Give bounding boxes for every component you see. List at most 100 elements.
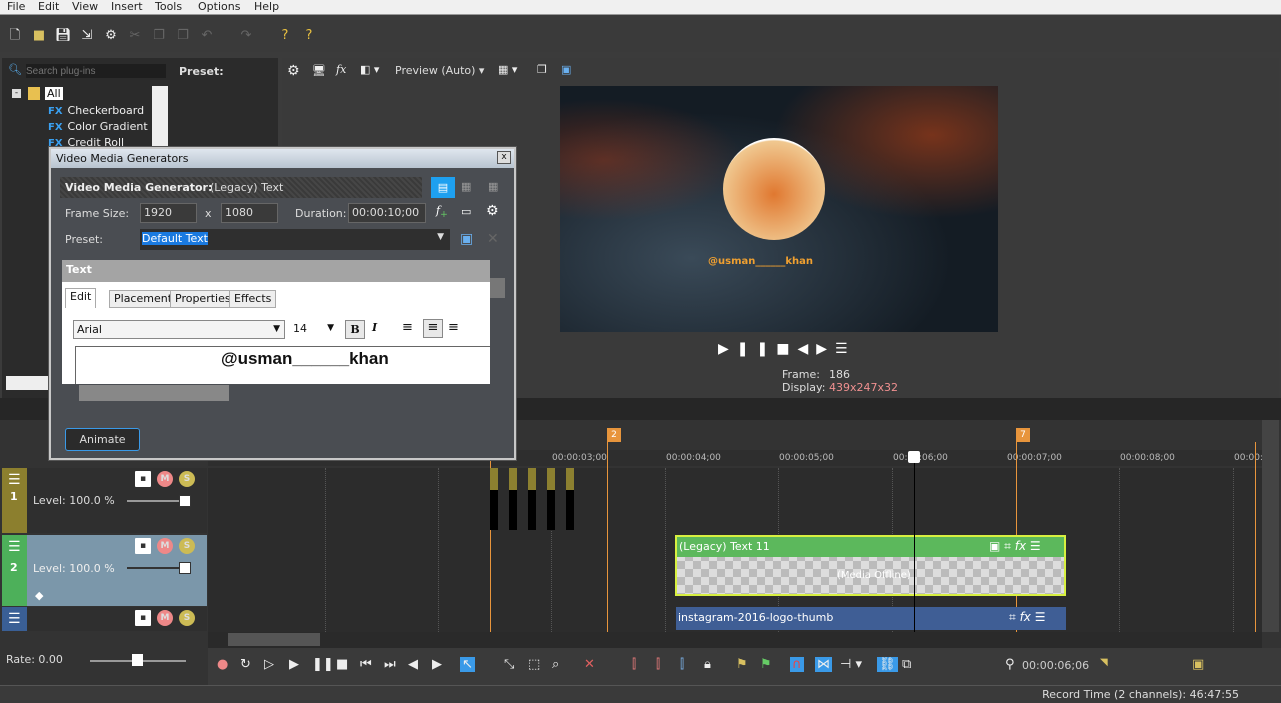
copy-snapshot-icon[interactable]: ❐: [537, 63, 547, 76]
solo-icon[interactable]: S: [179, 610, 195, 626]
plugin-color-gradient[interactable]: FX Color Gradient: [48, 120, 148, 133]
gear-icon[interactable]: ⚙: [103, 28, 119, 44]
animate-button[interactable]: Animate: [65, 428, 140, 451]
stop-icon[interactable]: ■: [776, 341, 797, 357]
clip-event-icons[interactable]: ⌗ fx ☰: [1009, 610, 1045, 625]
menu-insert[interactable]: Insert: [111, 0, 143, 13]
ignore-grouping-icon[interactable]: ⧉: [902, 657, 911, 672]
stop-icon[interactable]: ■: [336, 657, 348, 672]
level-slider-thumb[interactable]: [179, 495, 191, 507]
insert-marker-icon[interactable]: ⚑: [736, 657, 748, 672]
selection-tool-icon[interactable]: ⬚: [528, 657, 540, 672]
level-slider[interactable]: [127, 500, 187, 502]
mute-icon[interactable]: M: [157, 538, 173, 554]
lock-icon[interactable]: 🔒︎: [704, 657, 711, 672]
insert-region-icon[interactable]: ⚑: [760, 657, 772, 672]
menu-help[interactable]: Help: [254, 0, 279, 13]
mute-icon[interactable]: M: [157, 471, 173, 487]
marker-7[interactable]: 7: [1016, 428, 1030, 442]
generator-settings-icon[interactable]: ⚙: [486, 203, 499, 219]
level-slider-thumb[interactable]: [179, 562, 191, 574]
duration-input[interactable]: 00:00:10;00: [348, 203, 426, 223]
marker-2[interactable]: 2: [607, 428, 621, 442]
go-to-start-icon[interactable]: ⏮: [360, 657, 372, 672]
preview-settings-icon[interactable]: ⚙: [287, 63, 300, 79]
split-screen-icon[interactable]: ◧ ▾: [360, 63, 379, 76]
save-preset-icon[interactable]: ▣: [460, 231, 473, 247]
split-icon[interactable]: ⫿: [680, 657, 684, 672]
rate-slider-thumb[interactable]: [132, 654, 143, 666]
bold-button[interactable]: B: [345, 320, 365, 339]
undo-icon[interactable]: ↶: [199, 28, 215, 44]
clip-fragment[interactable]: [547, 468, 555, 530]
redo-icon[interactable]: ↷: [238, 28, 254, 44]
clip-instagram[interactable]: instagram-2016-logo-thumb ⌗ fx ☰: [676, 607, 1066, 630]
track-menu-icon[interactable]: ☰: [8, 472, 21, 488]
tab-placement[interactable]: Placement: [109, 290, 178, 308]
align-left-icon[interactable]: ≡: [402, 320, 413, 335]
grid-icon[interactable]: ▦ ▾: [498, 63, 517, 76]
zoom-tool-icon[interactable]: ⌕: [552, 657, 559, 672]
menu-icon[interactable]: ☰: [835, 341, 856, 357]
timeline-hscrollbar[interactable]: [208, 632, 1262, 648]
delete-icon[interactable]: ✕: [584, 657, 595, 672]
dialog-titlebar[interactable]: Video Media Generators x: [51, 149, 514, 168]
trim-start-icon[interactable]: ⫿: [632, 657, 636, 672]
render-icon[interactable]: ⇲: [79, 28, 95, 44]
paste-icon[interactable]: ❐: [175, 28, 191, 44]
clip-fragment[interactable]: [490, 468, 498, 530]
save-icon[interactable]: 💾︎: [55, 28, 72, 44]
fx-icon[interactable]: fx: [336, 63, 346, 76]
new-icon[interactable]: 🗋: [7, 28, 23, 44]
track-1-header[interactable]: ☰ 1 ▪ M S Level: 100.0 %: [2, 468, 207, 533]
next-frame-icon[interactable]: ▶: [432, 657, 442, 672]
solo-icon[interactable]: S: [179, 538, 195, 554]
mute-icon[interactable]: M: [157, 610, 173, 626]
save-snapshot-icon[interactable]: ▣: [561, 63, 571, 76]
menu-options[interactable]: Options: [198, 0, 240, 13]
help-hand-icon[interactable]: ?: [277, 28, 293, 44]
font-dropdown[interactable]: Arial ▼: [73, 320, 285, 339]
trim-end-icon[interactable]: ⫿: [656, 657, 660, 672]
playhead[interactable]: [914, 456, 915, 632]
frame-height-input[interactable]: 1080: [221, 203, 278, 223]
composite-icon[interactable]: ▪: [135, 538, 151, 554]
cursor-time[interactable]: 00:00:06;06: [1022, 659, 1089, 672]
open-icon[interactable]: ■: [31, 28, 47, 44]
clip-fragment[interactable]: [566, 468, 574, 530]
prev-frame-icon[interactable]: ◀: [408, 657, 418, 672]
selection-length-icon[interactable]: ▣: [1192, 657, 1204, 672]
snapping-icon[interactable]: ∩: [790, 657, 804, 672]
timeline-vscrollbar[interactable]: [1262, 420, 1279, 632]
track-3-header[interactable]: ☰ ▪ M S: [2, 607, 207, 631]
menu-edit[interactable]: Edit: [38, 0, 59, 13]
solo-icon[interactable]: S: [179, 471, 195, 487]
search-plugins-input[interactable]: [26, 64, 166, 78]
record-icon[interactable]: ●: [217, 657, 228, 672]
clip-legacy-text[interactable]: (Legacy) Text 11 ▣ ⌗ fx ☰ (Media Offline…: [675, 535, 1066, 596]
cut-icon[interactable]: ✂: [127, 28, 143, 44]
generator-window-icon[interactable]: ▭: [461, 205, 471, 218]
tab-effects[interactable]: Effects: [229, 290, 277, 308]
text-input-area[interactable]: @usman______khan: [75, 346, 490, 384]
normal-edit-tool-icon[interactable]: ↖: [460, 657, 475, 672]
level-slider[interactable]: [127, 567, 187, 569]
clip-event-icons[interactable]: ▣ ⌗ fx ☰: [989, 539, 1041, 554]
play-from-start-icon[interactable]: ▷: [264, 657, 274, 672]
prev-frame-icon[interactable]: ◀: [797, 341, 816, 357]
composite-icon[interactable]: ▪: [135, 610, 151, 626]
font-size-dropdown[interactable]: 14 ▼: [290, 320, 338, 339]
plugin-checkerboard[interactable]: FX Checkerboard: [48, 104, 144, 117]
tree-root-all[interactable]: All: [45, 87, 63, 100]
frame-width-input[interactable]: 1920: [140, 203, 197, 223]
dialog-hscrollbar[interactable]: [62, 385, 490, 401]
go-to-end-icon[interactable]: ⏭: [384, 657, 396, 672]
track-menu-icon[interactable]: ☰: [8, 611, 21, 627]
menu-tools[interactable]: Tools: [155, 0, 182, 13]
lock-envelopes-icon[interactable]: ⛓: [877, 657, 898, 672]
playhead-handle[interactable]: [908, 451, 920, 463]
copy-icon[interactable]: ❐: [151, 28, 167, 44]
track-2-header[interactable]: ☰ 2 ▪ M S Level: 100.0 % ◆: [2, 535, 207, 606]
view-single-icon[interactable]: ▤: [431, 177, 455, 198]
align-right-icon[interactable]: ≡: [448, 320, 459, 335]
